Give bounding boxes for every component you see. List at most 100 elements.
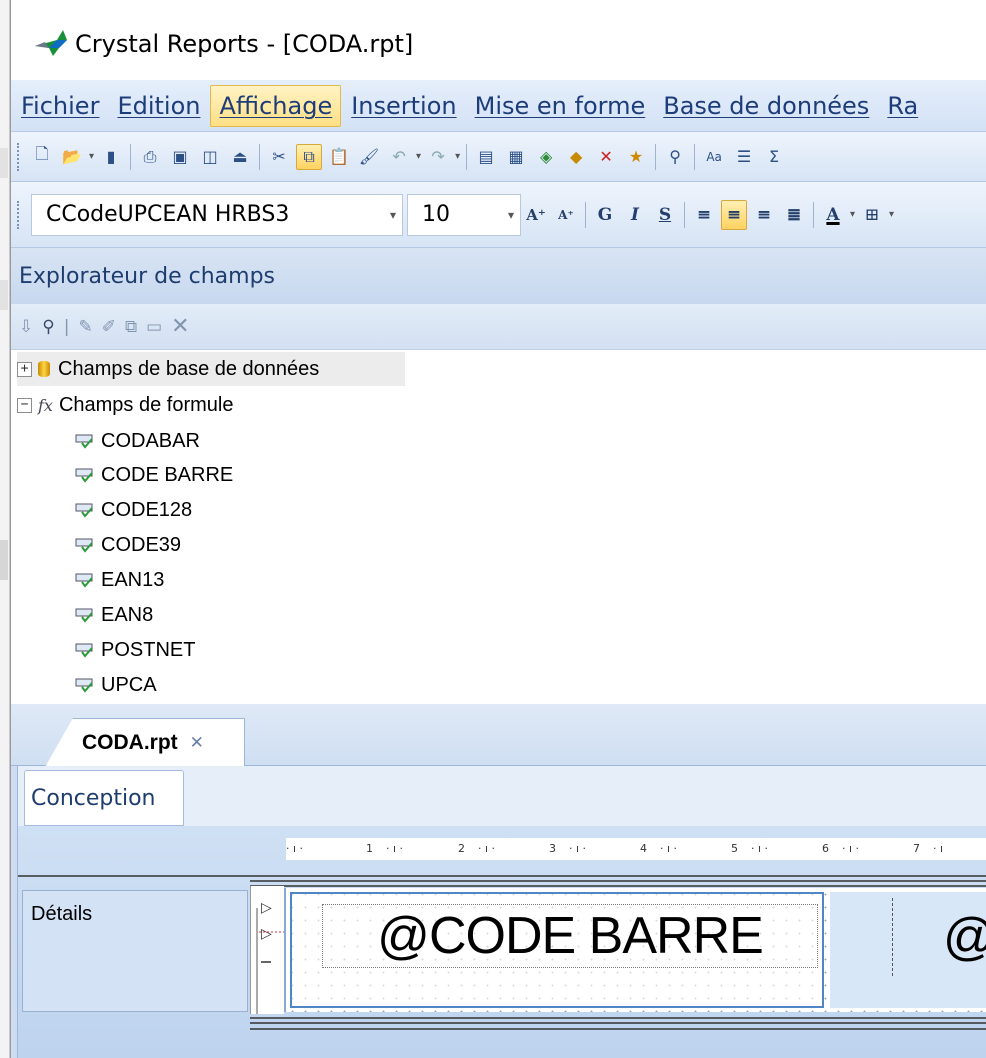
delete-field-icon[interactable]: ✕ xyxy=(171,314,189,339)
insert-group-icon[interactable]: ☰ xyxy=(731,144,757,170)
justify-icon[interactable]: ≣ xyxy=(781,200,807,230)
tree-item-formula[interactable]: EAN8 xyxy=(75,598,153,632)
ruler-number: 1 xyxy=(366,842,373,855)
insert-to-report-icon[interactable]: ⇩ xyxy=(19,317,33,337)
format-painter-icon[interactable]: 🖌 xyxy=(356,144,382,170)
rename-field-icon[interactable]: ▭ xyxy=(146,317,162,337)
chevron-down-icon[interactable]: ▾ xyxy=(390,208,396,222)
borders-dropdown-icon[interactable]: ▾ xyxy=(889,209,894,220)
expand-icon[interactable]: + xyxy=(17,361,32,377)
tree-item-formula[interactable]: CODABAR xyxy=(75,424,200,458)
font-name-combo[interactable]: CCodeUPCEAN HRBS3 ▾ xyxy=(31,193,403,236)
open-dropdown-icon[interactable]: ▾ xyxy=(89,151,94,162)
toolbar-separator xyxy=(694,143,696,170)
field-explorer-toolbar: ⇩ ⚲ | ✎ ✐ ⧉ ▭ ✕ xyxy=(11,304,986,350)
menu-mise-en-forme[interactable]: Mise en forme xyxy=(467,86,654,126)
tree-item-formula[interactable]: CODE128 xyxy=(75,493,192,527)
align-left-icon[interactable]: ≡ xyxy=(691,200,717,230)
tree-node-formula-fields[interactable]: − fx Champs de formule xyxy=(17,388,233,422)
toolbar-separator xyxy=(466,143,468,170)
align-center-icon[interactable]: ≡ xyxy=(721,199,747,230)
underline-button[interactable]: S xyxy=(652,200,678,230)
guideline-gutter[interactable]: ▷ ▷ xyxy=(250,886,285,1014)
menu-fichier[interactable]: Fichier xyxy=(13,86,107,126)
font-color-button[interactable]: A xyxy=(820,200,846,230)
toolbar-grip[interactable] xyxy=(17,142,21,171)
menu-base-de-donnees[interactable]: Base de données xyxy=(655,86,877,126)
new-field-icon[interactable]: ✎ xyxy=(78,317,92,337)
print-icon[interactable]: ⎙ xyxy=(137,144,163,170)
field-text: @ xyxy=(892,898,986,976)
report-explorer-icon[interactable]: ◈ xyxy=(533,144,559,170)
font-color-dropdown-icon[interactable]: ▾ xyxy=(850,209,855,220)
bold-button[interactable]: G xyxy=(592,200,618,230)
toolbar-separator: | xyxy=(63,316,70,337)
tab-conception[interactable]: Conception xyxy=(24,770,184,826)
toolbar-grip[interactable] xyxy=(17,200,21,229)
tree-item-formula[interactable]: POSTNET xyxy=(75,633,195,667)
formula-field-object[interactable]: @CODE BARRE xyxy=(290,892,824,1008)
insert-text-object-icon[interactable]: Aa xyxy=(701,144,727,170)
duplicate-field-icon[interactable]: ⧉ xyxy=(125,317,137,337)
group-tree-icon[interactable]: ▤ xyxy=(473,144,499,170)
font-size-combo[interactable]: 10 ▾ xyxy=(407,193,521,236)
formula-label: CODE39 xyxy=(101,533,182,556)
redo-icon[interactable]: ↷ xyxy=(425,144,451,170)
tree-node-database-fields[interactable]: + Champs de base de données xyxy=(17,352,405,386)
chevron-down-icon[interactable]: ▾ xyxy=(508,208,514,222)
field-text: @CODE BARRE xyxy=(322,904,818,968)
window-title: Crystal Reports - [CODA.rpt] xyxy=(75,30,414,58)
new-document-icon[interactable]: 🗋 xyxy=(29,144,55,170)
tree-item-formula[interactable]: CODE BARRE xyxy=(75,458,233,492)
export-icon[interactable]: ⏏ xyxy=(227,144,253,170)
menu-insertion[interactable]: Insertion xyxy=(343,86,464,126)
menu-edition[interactable]: Edition xyxy=(109,86,208,126)
repository-explorer-icon[interactable]: ◆ xyxy=(563,144,589,170)
standard-toolbar: 🗋 📂 ▾ ▮ ⎙ ▣ ◫ ⏏ ✂ ⧉ 📋 🖌 ↶ ▾ ↷ ▾ ▤ ▦ ◈ ◆ … xyxy=(11,132,986,182)
decrease-font-size-icon[interactable]: A⁺ xyxy=(553,200,579,230)
undo-icon[interactable]: ↶ xyxy=(386,144,412,170)
increase-font-size-icon[interactable]: A⁺ xyxy=(523,200,549,230)
ruler-number: 4 xyxy=(640,842,647,855)
background-window-edge xyxy=(0,0,10,1058)
print-preview-icon[interactable]: ▣ xyxy=(167,144,193,170)
workbench-icon[interactable]: ★ xyxy=(623,144,649,170)
svg-text:▷: ▷ xyxy=(261,900,272,916)
collapse-icon[interactable]: − xyxy=(17,397,32,413)
field-explorer-icon[interactable]: ▦ xyxy=(503,144,529,170)
align-right-icon[interactable]: ≡ xyxy=(751,200,777,230)
tree-node-label: Champs de base de données xyxy=(58,357,320,380)
insert-summary-icon[interactable]: Σ xyxy=(761,144,787,170)
edit-field-icon[interactable]: ✐ xyxy=(102,317,116,337)
open-folder-icon[interactable]: 📂 xyxy=(59,144,85,170)
details-section-canvas[interactable]: @CODE BARRE @ xyxy=(284,888,986,1012)
background-window-fragment xyxy=(0,148,8,178)
tree-item-formula[interactable]: UPCA xyxy=(75,668,157,702)
tree-item-formula[interactable]: EAN13 xyxy=(75,563,164,597)
document-body: Conception · ı · 1 · ı · 2 · ı · 3 · ı ·… xyxy=(17,766,986,1058)
paste-icon[interactable]: 📋 xyxy=(326,144,352,170)
section-header-details[interactable]: Détails xyxy=(22,890,248,1012)
close-tab-icon[interactable]: ✕ xyxy=(190,733,204,753)
menu-affichage[interactable]: Affichage xyxy=(210,84,342,127)
find-icon[interactable]: ⚲ xyxy=(662,144,688,170)
ruler-number: 7 xyxy=(913,842,920,855)
dependency-checker-icon[interactable]: ✕ xyxy=(593,144,619,170)
undo-dropdown-icon[interactable]: ▾ xyxy=(416,151,421,162)
menu-rapport[interactable]: Ra xyxy=(879,86,926,126)
formula-field-object-partial[interactable]: @ xyxy=(830,892,986,1008)
save-icon[interactable]: ▮ xyxy=(98,144,124,170)
document-tab[interactable]: CODA.rpt ✕ xyxy=(45,718,245,767)
ruler-number: 5 xyxy=(731,842,738,855)
background-window-fragment xyxy=(0,280,8,310)
redo-dropdown-icon[interactable]: ▾ xyxy=(455,151,460,162)
borders-icon[interactable]: ⊞ xyxy=(859,200,885,230)
tree-item-formula[interactable]: CODE39 xyxy=(75,528,181,562)
formula-field-icon xyxy=(75,678,93,693)
copy-icon[interactable]: ⧉ xyxy=(296,143,323,170)
browse-data-icon[interactable]: ⚲ xyxy=(42,317,54,337)
page-preview-icon[interactable]: ◫ xyxy=(197,144,223,170)
guideline-markers-icon: ▷ ▷ xyxy=(256,900,285,1014)
italic-button[interactable]: I xyxy=(622,200,648,230)
cut-icon[interactable]: ✂ xyxy=(266,144,292,170)
